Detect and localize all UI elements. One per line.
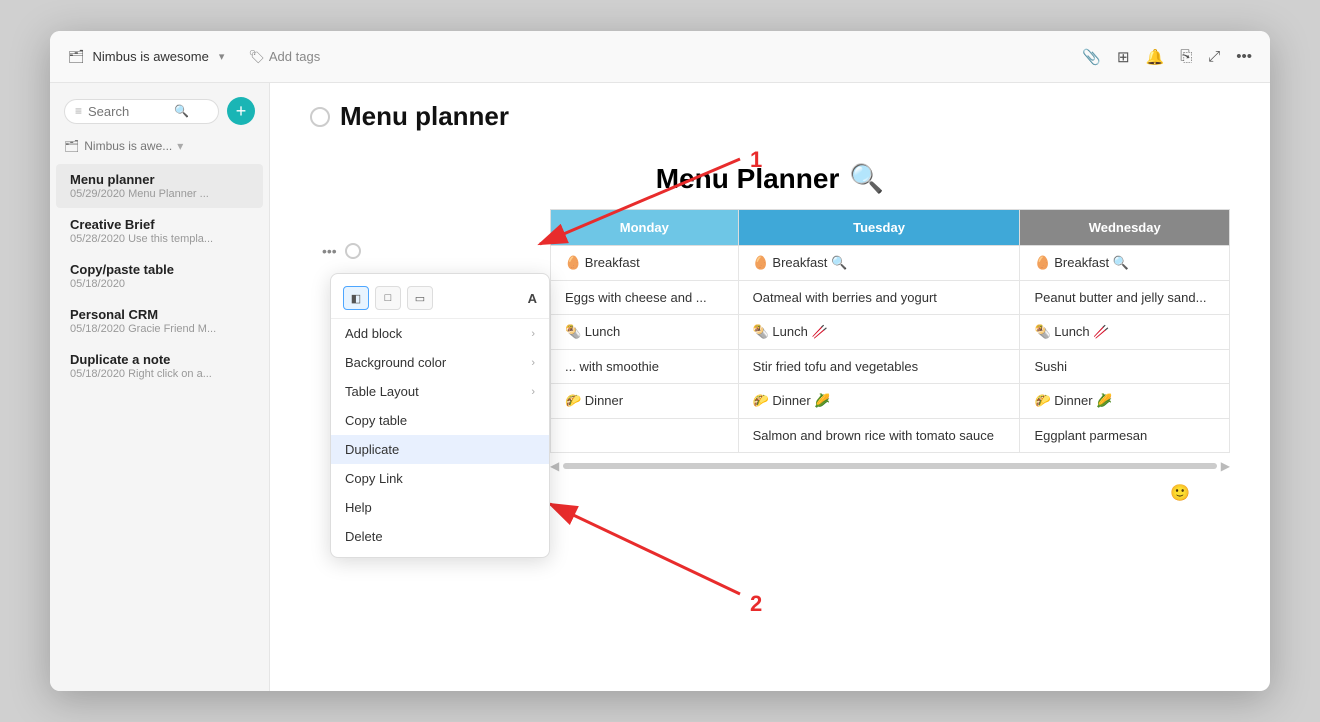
sidebar-item-duplicate-note[interactable]: Duplicate a note 05/18/2020 Right click … — [56, 344, 263, 388]
search-magnify-icon: 🔍 — [849, 162, 884, 195]
monday-dinner-food — [551, 419, 739, 453]
tuesday-dinner-food: Salmon and brown rice with tomato sauce — [738, 419, 1020, 453]
scroll-right-icon[interactable]: ▶ — [1221, 459, 1230, 473]
context-menu-add-block[interactable]: Add block › — [331, 319, 549, 348]
sidebar-item-personal-crm[interactable]: Personal CRM 05/18/2020 Gracie Friend M.… — [56, 299, 263, 343]
wednesday-breakfast-food: Peanut butter and jelly sand... — [1020, 281, 1230, 315]
expand-icon[interactable]: ⤢ — [1208, 48, 1220, 65]
main-layout: ≡ 🔍 + 🗂 Nimbus is awe... ▾ Menu planner … — [50, 83, 1270, 691]
context-menu-toolbar: ◧ □ ▭ A — [331, 280, 549, 319]
arrow-right-icon: › — [531, 328, 535, 340]
wednesday-dinner-food: Eggplant parmesan — [1020, 419, 1230, 453]
tuesday-dinner-label: 🌮 Dinner 🌽 — [738, 384, 1020, 419]
table-row: Salmon and brown rice with tomato sauce … — [551, 419, 1230, 453]
wednesday-breakfast-label: 🥚 Breakfast 🔍 — [1020, 246, 1230, 281]
tuesday-breakfast-label: 🥚 Breakfast 🔍 — [738, 246, 1020, 281]
context-menu-help[interactable]: Help — [331, 493, 549, 522]
app-window: 🗂 Nimbus is awesome ▾ 🏷 Add tags 📎 ⊞ 🔔 ⎘… — [50, 31, 1270, 691]
monday-breakfast-label: 🥚 Breakfast — [551, 246, 739, 281]
add-tags-button[interactable]: 🏷 Add tags — [248, 49, 320, 65]
monday-lunch-label: 🌯 Lunch — [551, 315, 739, 350]
folder-icon: 🗂 — [68, 49, 85, 65]
context-menu-copy-link[interactable]: Copy Link — [331, 464, 549, 493]
wednesday-dinner-label: 🌮 Dinner 🌽 — [1020, 384, 1230, 419]
col-wednesday-header: Wednesday — [1020, 210, 1230, 246]
table-row: 🥚 Breakfast 🥚 Breakfast 🔍 🥚 Breakfast 🔍 — [551, 246, 1230, 281]
sidebar-header: ≡ 🔍 + — [50, 83, 269, 133]
monday-breakfast-food: Eggs with cheese and ... — [551, 281, 739, 315]
top-bar: 🗂 Nimbus is awesome ▾ 🏷 Add tags 📎 ⊞ 🔔 ⎘… — [50, 31, 1270, 83]
toolbar-layout2-icon[interactable]: □ — [375, 286, 401, 310]
tuesday-lunch-label: 🌯 Lunch 🥢 — [738, 315, 1020, 350]
arrow-right-icon: › — [531, 386, 535, 398]
breadcrumb: 🗂 Nimbus is awesome ▾ 🏷 Add tags — [68, 49, 320, 65]
sidebar-items: Menu planner 05/29/2020 Menu Planner ...… — [50, 163, 269, 691]
folder-icon: 🗂 — [64, 139, 79, 153]
wednesday-lunch-label: 🌯 Lunch 🥢 — [1020, 315, 1230, 350]
workspace-label[interactable]: 🗂 Nimbus is awe... ▾ — [50, 133, 269, 163]
context-menu-delete[interactable]: Delete — [331, 522, 549, 551]
sidebar-item-creative-brief[interactable]: Creative Brief 05/28/2020 Use this templ… — [56, 209, 263, 253]
filter-icon: ≡ — [75, 104, 82, 118]
search-icon: 🔍 — [174, 104, 189, 118]
chevron-down-icon: ▾ — [219, 50, 225, 63]
monday-dinner-label: 🌮 Dinner — [551, 384, 739, 419]
share-icon[interactable]: ⎘ — [1180, 48, 1192, 65]
toolbar-layout3-icon[interactable]: ▭ — [407, 286, 433, 310]
table-area: ••• ◧ □ ▭ A Add block › — [350, 209, 1230, 475]
reaction-icon[interactable]: 🙂 — [1170, 483, 1190, 503]
horizontal-scrollbar[interactable] — [563, 463, 1217, 469]
wednesday-lunch-food: Sushi — [1020, 350, 1230, 384]
sidebar-item-copy-paste-table[interactable]: Copy/paste table 05/18/2020 — [56, 254, 263, 298]
table-row: Eggs with cheese and ... Oatmeal with be… — [551, 281, 1230, 315]
context-menu-background-color[interactable]: Background color › — [331, 348, 549, 377]
context-menu-copy-table[interactable]: Copy table — [331, 406, 549, 435]
table-row: ... with smoothie Stir fried tofu and ve… — [551, 350, 1230, 384]
table-row: 🌯 Lunch 🌯 Lunch 🥢 🌯 Lunch 🥢 — [551, 315, 1230, 350]
tag-icon: 🏷 — [248, 49, 265, 65]
toolbar-icons: 📎 ⊞ 🔔 ⎘ ⤢ ••• — [1082, 48, 1252, 66]
content-area: Menu planner Menu Planner 🔍 ••• — [270, 83, 1270, 691]
attachment-icon[interactable]: 📎 — [1082, 48, 1101, 66]
arrow-right-icon: › — [531, 357, 535, 369]
context-menu-duplicate[interactable]: Duplicate — [331, 435, 549, 464]
context-menu-table-layout[interactable]: Table Layout › — [331, 377, 549, 406]
tuesday-breakfast-food: Oatmeal with berries and yogurt — [738, 281, 1020, 315]
context-menu: ◧ □ ▭ A Add block › Background color › — [330, 273, 550, 558]
tuesday-lunch-food: Stir fried tofu and vegetables — [738, 350, 1020, 384]
toolbar-layout1-icon[interactable]: ◧ — [343, 286, 369, 310]
search-input[interactable] — [88, 104, 168, 119]
annotation-2-label: 2 — [750, 591, 762, 616]
col-monday-header: Monday — [551, 210, 739, 246]
col-tuesday-header: Tuesday — [738, 210, 1020, 246]
scroll-left-icon[interactable]: ◀ — [550, 459, 559, 473]
sidebar-item-menu-planner[interactable]: Menu planner 05/29/2020 Menu Planner ... — [56, 164, 263, 208]
search-box[interactable]: ≡ 🔍 — [64, 99, 219, 124]
table-wrapper: Monday Tuesday Wednesday 🥚 Breakfast 🥚 B… — [550, 209, 1230, 475]
block-radio — [345, 243, 361, 259]
sidebar: ≡ 🔍 + 🗂 Nimbus is awe... ▾ Menu planner … — [50, 83, 270, 691]
more-icon[interactable]: ••• — [1236, 48, 1252, 65]
page-title-bar: Menu planner — [270, 83, 1270, 142]
add-button[interactable]: + — [227, 97, 255, 125]
menu-table: Monday Tuesday Wednesday 🥚 Breakfast 🥚 B… — [550, 209, 1230, 453]
status-icon — [310, 107, 330, 127]
chevron-down-icon: ▾ — [177, 139, 183, 153]
table-row: 🌮 Dinner 🌮 Dinner 🌽 🌮 Dinner 🌽 — [551, 384, 1230, 419]
block-menu-button[interactable]: ••• — [318, 241, 341, 261]
breadcrumb-text[interactable]: Nimbus is awesome — [93, 49, 209, 64]
monday-lunch-food: ... with smoothie — [551, 350, 739, 384]
grid-icon[interactable]: ⊞ — [1117, 48, 1130, 66]
bell-icon[interactable]: 🔔 — [1146, 48, 1165, 66]
block-controls: ••• — [318, 241, 361, 261]
content-scroll[interactable]: Menu Planner 🔍 ••• ◧ □ ▭ — [270, 142, 1270, 691]
toolbar-text-a: A — [528, 291, 537, 306]
doc-title: Menu Planner 🔍 — [310, 162, 1230, 195]
page-title: Menu planner — [340, 101, 509, 132]
